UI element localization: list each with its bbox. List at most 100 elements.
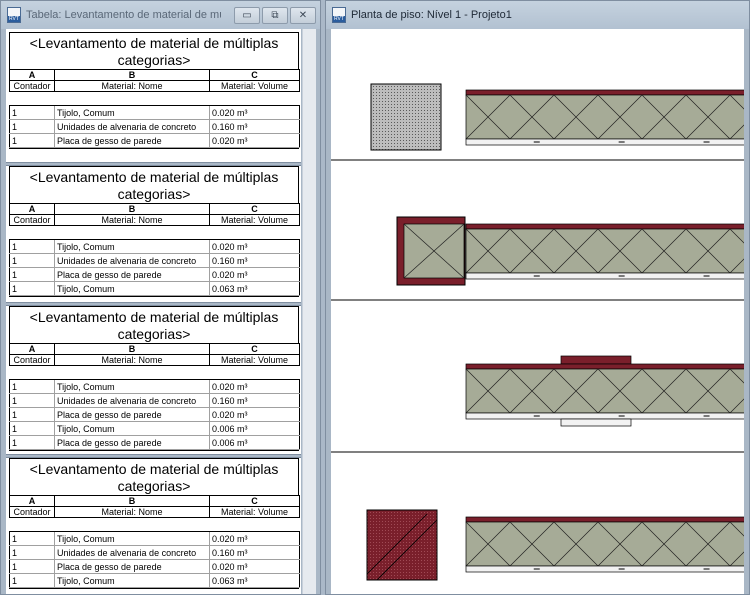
spacer-row-cell[interactable]: [9, 365, 55, 380]
column-letter-row-cell[interactable]: C: [209, 69, 300, 81]
floor-plan-drawing[interactable]: [331, 29, 744, 594]
close-button[interactable]: ✕: [290, 7, 316, 24]
schedule-table[interactable]: <Levantamento de material de múltiplas c…: [9, 166, 300, 297]
schedule-table[interactable]: <Levantamento de material de múltiplas c…: [9, 306, 300, 451]
column-header-row-cell[interactable]: Material: Volume: [209, 506, 300, 518]
floor-plan-canvas[interactable]: [331, 29, 744, 594]
spacer-row-cell[interactable]: [209, 91, 300, 106]
column-letter-row[interactable]: ABC: [9, 495, 300, 507]
table-row-cell[interactable]: 1: [9, 435, 55, 450]
table-row[interactable]: 1 Tijolo, Comum 0.020 m³: [9, 239, 300, 254]
column-letter-row-cell[interactable]: C: [209, 343, 300, 355]
column-header-row-cell[interactable]: Material: Volume: [209, 354, 300, 366]
schedule-window[interactable]: Tabela: Levantamento de material de múl.…: [0, 0, 321, 595]
column-header-row[interactable]: Contador Material: Nome Material: Volume: [9, 80, 300, 92]
table-row[interactable]: 1 Placa de gesso de parede 0.020 m³: [9, 133, 300, 148]
spacer-row[interactable]: [9, 365, 300, 380]
column-letter-row-cell[interactable]: A: [9, 343, 55, 355]
table-row[interactable]: 1 Placa de gesso de parede 0.020 m³: [9, 559, 300, 574]
table-row-cell[interactable]: Unidades de alvenaria de concreto: [54, 393, 210, 408]
table-row-cell[interactable]: 1: [9, 573, 55, 588]
table-row-cell[interactable]: 0.020 m³: [209, 267, 300, 282]
table-row-cell[interactable]: 1: [9, 253, 55, 268]
column-header-row-cell[interactable]: Contador: [9, 354, 55, 366]
table-row-cell[interactable]: Placa de gesso de parede: [54, 559, 210, 574]
column-header-row-cell[interactable]: Material: Nome: [54, 214, 210, 226]
column-letter-row-cell[interactable]: B: [54, 203, 210, 215]
table-row-cell[interactable]: 1: [9, 281, 55, 296]
table-row-cell[interactable]: 1: [9, 421, 55, 436]
column-header-row-cell[interactable]: Material: Nome: [54, 80, 210, 92]
table-row-cell[interactable]: 0.020 m³: [209, 105, 300, 120]
schedule-title[interactable]: <Levantamento de material de múltiplas c…: [9, 306, 299, 343]
table-row-cell[interactable]: Placa de gesso de parede: [54, 133, 210, 148]
column-letter-row-cell[interactable]: B: [54, 495, 210, 507]
table-row[interactable]: 1 Unidades de alvenaria de concreto 0.160 …: [9, 393, 300, 408]
table-row-cell[interactable]: 0.020 m³: [209, 379, 300, 394]
column-letter-row-cell[interactable]: A: [9, 203, 55, 215]
table-row-cell[interactable]: 1: [9, 393, 55, 408]
table-row-cell[interactable]: 1: [9, 133, 55, 148]
table-row-cell[interactable]: 1: [9, 379, 55, 394]
column-letter-row-cell[interactable]: A: [9, 495, 55, 507]
column-letter-row-cell[interactable]: B: [54, 343, 210, 355]
table-row[interactable]: 1 Tijolo, Comum 0.020 m³: [9, 531, 300, 546]
table-row-cell[interactable]: 1: [9, 105, 55, 120]
table-row[interactable]: 1 Tijolo, Comum 0.020 m³: [9, 379, 300, 394]
column-letter-row-cell[interactable]: C: [209, 203, 300, 215]
table-row-cell[interactable]: 1: [9, 407, 55, 422]
column-letter-row-cell[interactable]: B: [54, 69, 210, 81]
spacer-row-cell[interactable]: [9, 225, 55, 240]
spacer-row-cell[interactable]: [54, 517, 210, 532]
column-letter-row[interactable]: ABC: [9, 343, 300, 355]
table-row-cell[interactable]: 1: [9, 119, 55, 134]
spacer-row-cell[interactable]: [9, 91, 55, 106]
view-splitter[interactable]: [6, 302, 301, 306]
column-header-row[interactable]: Contador Material: Nome Material: Volume: [9, 354, 300, 366]
table-row-cell[interactable]: 0.160 m³: [209, 393, 300, 408]
column-header-row-cell[interactable]: Contador: [9, 80, 55, 92]
table-row-cell[interactable]: 0.020 m³: [209, 239, 300, 254]
column-letter-row-cell[interactable]: A: [9, 69, 55, 81]
schedule-table[interactable]: <Levantamento de material de múltiplas c…: [9, 32, 300, 149]
table-row-cell[interactable]: 1: [9, 531, 55, 546]
column-header-row-cell[interactable]: Contador: [9, 214, 55, 226]
table-row-cell[interactable]: 0.020 m³: [209, 559, 300, 574]
column-header-row-cell[interactable]: Material: Volume: [209, 80, 300, 92]
table-row-cell[interactable]: 1: [9, 267, 55, 282]
table-row-cell[interactable]: 0.006 m³: [209, 435, 300, 450]
floor-plan-window-titlebar[interactable]: Planta de piso: Nível 1 - Projeto1: [326, 1, 749, 29]
spacer-row-cell[interactable]: [209, 225, 300, 240]
table-row[interactable]: 1 Unidades de alvenaria de concreto 0.160 …: [9, 545, 300, 560]
spacer-row-cell[interactable]: [209, 365, 300, 380]
view-splitter[interactable]: [6, 162, 301, 166]
spacer-row-cell[interactable]: [54, 91, 210, 106]
column-header-row[interactable]: Contador Material: Nome Material: Volume: [9, 506, 300, 518]
table-row-cell[interactable]: 0.020 m³: [209, 531, 300, 546]
column-header-row[interactable]: Contador Material: Nome Material: Volume: [9, 214, 300, 226]
table-row-cell[interactable]: 0.063 m³: [209, 281, 300, 296]
table-row-cell[interactable]: Placa de gesso de parede: [54, 267, 210, 282]
schedule-table[interactable]: <Levantamento de material de múltiplas c…: [9, 458, 300, 589]
table-row[interactable]: 1 Unidades de alvenaria de concreto 0.160 …: [9, 253, 300, 268]
table-row[interactable]: 1 Tijolo, Comum 0.020 m³: [9, 105, 300, 120]
schedule-title[interactable]: <Levantamento de material de múltiplas c…: [9, 458, 299, 495]
table-row-cell[interactable]: 0.006 m³: [209, 421, 300, 436]
table-row[interactable]: 1 Tijolo, Comum 0.063 m³: [9, 281, 300, 296]
spacer-row-cell[interactable]: [54, 365, 210, 380]
spacer-row-cell[interactable]: [9, 517, 55, 532]
column-letter-row[interactable]: ABC: [9, 69, 300, 81]
table-row-cell[interactable]: Tijolo, Comum: [54, 379, 210, 394]
table-row-cell[interactable]: Tijolo, Comum: [54, 281, 210, 296]
table-row-cell[interactable]: 0.160 m³: [209, 253, 300, 268]
table-row-cell[interactable]: 1: [9, 559, 55, 574]
schedule-title[interactable]: <Levantamento de material de múltiplas c…: [9, 166, 299, 203]
column-header-row-cell[interactable]: Contador: [9, 506, 55, 518]
table-row-cell[interactable]: Tijolo, Comum: [54, 239, 210, 254]
schedule-title[interactable]: <Levantamento de material de múltiplas c…: [9, 32, 299, 69]
table-row-cell[interactable]: 1: [9, 239, 55, 254]
table-row[interactable]: 1 Unidades de alvenaria de concreto 0.160 …: [9, 119, 300, 134]
table-row[interactable]: 1 Placa de gesso de parede 0.020 m³: [9, 407, 300, 422]
minimize-button[interactable]: ▭: [234, 7, 260, 24]
table-row[interactable]: 1 Tijolo, Comum 0.006 m³: [9, 421, 300, 436]
